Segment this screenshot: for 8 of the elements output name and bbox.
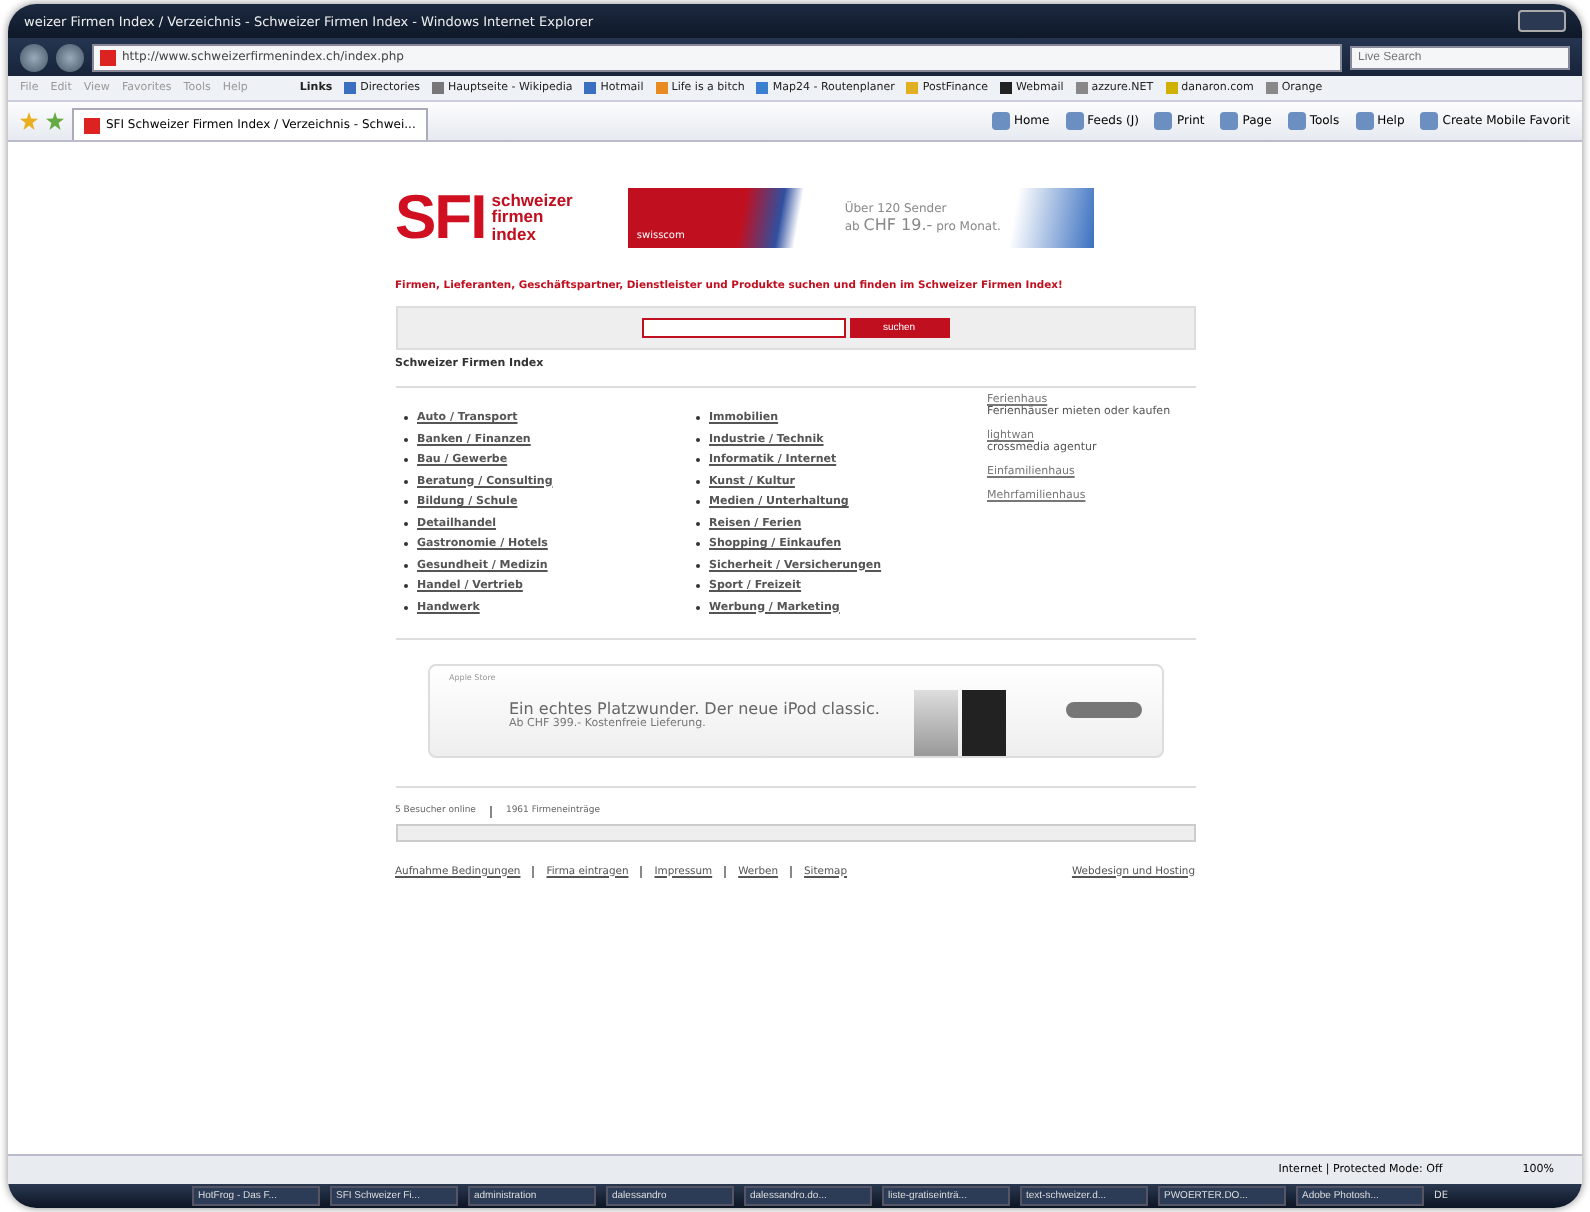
ad-more-button[interactable] (1065, 702, 1141, 718)
search-input[interactable] (641, 318, 845, 338)
star-icon[interactable] (20, 112, 38, 130)
logo-mark: SFI (395, 186, 486, 248)
add-favorite-icon[interactable] (46, 112, 64, 130)
minimize-button[interactable] (1518, 10, 1566, 32)
logo-text: schweizer firmen index (491, 191, 573, 243)
ipod-drawing (913, 689, 1005, 755)
